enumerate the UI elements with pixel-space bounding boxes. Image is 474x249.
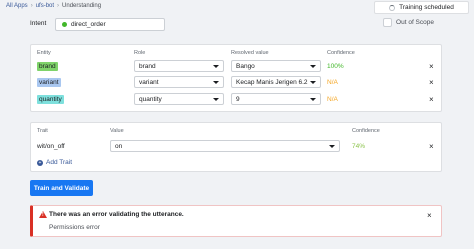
trait-value: on xyxy=(115,142,123,150)
close-icon[interactable]: × xyxy=(427,212,432,220)
role-select[interactable]: variant xyxy=(134,76,224,88)
entity-tag[interactable]: quantity xyxy=(37,95,64,104)
col-entity: Entity xyxy=(37,50,51,56)
breadcrumb: All Apps › ufs-bot › Understanding xyxy=(6,3,101,9)
resolved-value: 9 xyxy=(236,95,240,103)
resolved-select[interactable]: Kecap Manis Jerigen 6.2KG xyxy=(231,76,321,88)
remove-entity-icon[interactable]: × xyxy=(429,79,434,87)
breadcrumb-separator-icon: › xyxy=(57,3,60,9)
confidence-value: N/A xyxy=(327,79,338,86)
trait-value-select[interactable]: on xyxy=(110,140,340,152)
intent-dot-icon xyxy=(62,22,67,27)
intent-select[interactable]: direct_order xyxy=(55,18,165,31)
training-status-badge: Training scheduled xyxy=(374,1,469,14)
col-trait-confidence: Confidence xyxy=(352,128,380,134)
intent-row: Intent direct_order Out of Scope xyxy=(30,18,442,31)
resolved-value: Kecap Manis Jerigen 6.2KG xyxy=(236,78,308,86)
col-trait: Trait xyxy=(37,128,48,134)
out-of-scope-checkbox[interactable] xyxy=(383,18,393,27)
warning-icon: ! xyxy=(39,211,47,218)
error-alert: ! There was an error validating the utte… xyxy=(30,205,442,237)
chevron-down-icon xyxy=(310,81,316,84)
col-confidence: Confidence xyxy=(327,50,355,56)
trait-confidence: 74% xyxy=(352,143,366,150)
chevron-down-icon xyxy=(310,98,316,101)
confidence-value: N/A xyxy=(327,96,338,103)
out-of-scope-label: Out of Scope xyxy=(396,19,434,26)
resolved-select[interactable]: 9 xyxy=(231,93,321,105)
training-status-text: Training scheduled xyxy=(399,4,454,11)
chevron-down-icon xyxy=(213,98,219,101)
add-trait-button[interactable]: + Add Trait xyxy=(37,159,72,166)
role-select[interactable]: quantity xyxy=(134,93,224,105)
remove-entity-icon[interactable]: × xyxy=(429,96,434,104)
remove-entity-icon[interactable]: × xyxy=(429,63,434,71)
error-detail: Permissions error xyxy=(49,224,100,231)
col-value: Value xyxy=(110,128,124,134)
chevron-down-icon xyxy=(213,81,219,84)
error-title: There was an error validating the uttera… xyxy=(49,211,184,218)
plus-icon: + xyxy=(37,159,43,166)
traits-card: Trait Value Confidence wit/on_off on 74%… xyxy=(30,122,442,172)
train-and-validate-button[interactable]: Train and Validate xyxy=(30,180,93,196)
out-of-scope-toggle[interactable]: Out of Scope xyxy=(383,18,434,27)
trait-name: wit/on_off xyxy=(37,143,65,150)
role-value: brand xyxy=(139,62,156,70)
entity-tag[interactable]: variant xyxy=(37,78,61,87)
role-value: variant xyxy=(139,78,159,86)
confidence-value: 100% xyxy=(327,63,344,70)
resolved-select[interactable]: Bango xyxy=(231,60,321,72)
chevron-down-icon xyxy=(329,145,335,148)
chevron-down-icon xyxy=(213,65,219,68)
top-bar: All Apps › ufs-bot › Understanding Train… xyxy=(0,0,474,15)
breadcrumb-app[interactable]: ufs-bot xyxy=(36,3,54,9)
col-role: Role xyxy=(134,50,146,56)
entities-card: Entity Role Resolved value Confidence br… xyxy=(30,44,442,112)
role-value: quantity xyxy=(139,95,162,103)
col-resolved: Resolved value xyxy=(231,50,269,56)
breadcrumb-current: Understanding xyxy=(62,3,102,9)
entity-tag[interactable]: brand xyxy=(37,62,58,71)
add-trait-label: Add Trait xyxy=(46,159,73,166)
breadcrumb-all-apps[interactable]: All Apps xyxy=(6,3,28,9)
remove-trait-icon[interactable]: × xyxy=(429,143,434,151)
resolved-value: Bango xyxy=(236,62,255,70)
breadcrumb-separator-icon: › xyxy=(30,3,33,9)
chevron-down-icon xyxy=(310,65,316,68)
intent-label: Intent xyxy=(30,20,47,27)
intent-value: direct_order xyxy=(71,21,106,28)
role-select[interactable]: brand xyxy=(134,60,224,72)
spinner-icon xyxy=(389,4,396,11)
